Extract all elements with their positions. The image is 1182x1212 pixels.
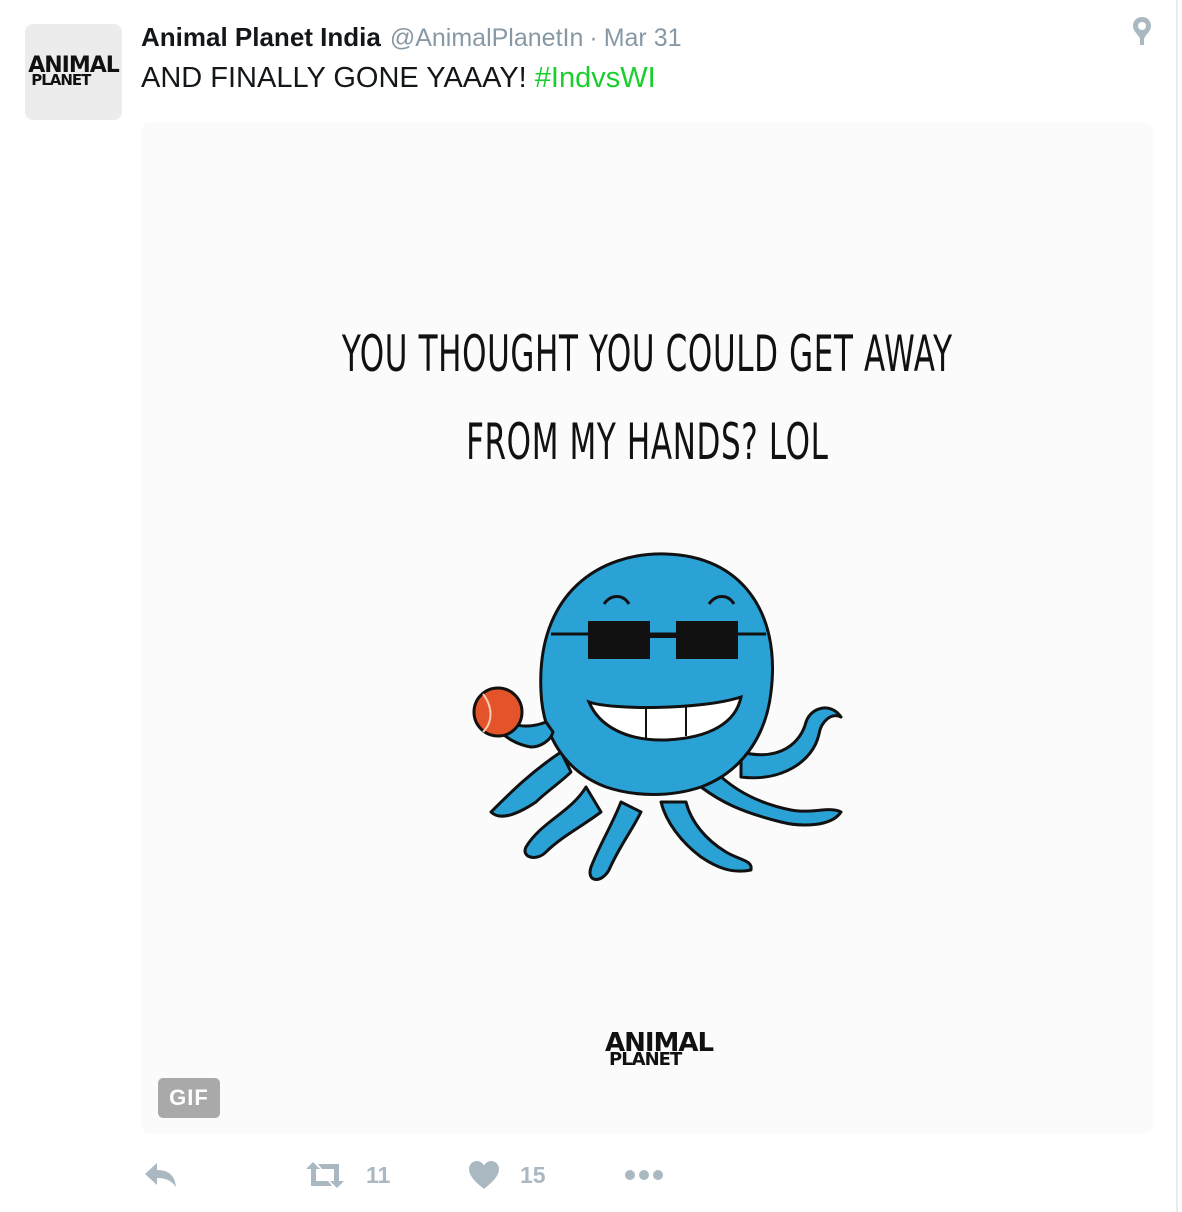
retweet-button[interactable]: 11 [304, 1150, 390, 1200]
retweet-count: 11 [366, 1161, 391, 1188]
heart-icon [469, 1161, 499, 1189]
tweet-date[interactable]: Mar 31 [604, 24, 682, 53]
gif-media[interactable]: YOU THOUGHT YOU COULD GET AWAY FROM MY H… [141, 122, 1154, 1134]
octopus-illustration [472, 552, 843, 881]
more-button[interactable] [624, 1150, 664, 1200]
more-icon [625, 1170, 663, 1180]
retweet-icon [306, 1162, 344, 1188]
like-count: 15 [520, 1161, 546, 1188]
author-handle[interactable]: @AnimalPlanetIn [390, 24, 584, 53]
media-logo: ANIMAL PLANET [605, 1030, 714, 1069]
tweet-header: Animal Planet India @AnimalPlanetIn · Ma… [141, 22, 682, 56]
animal-planet-logo: ANIMAL PLANET [28, 55, 120, 87]
hashtag-link[interactable]: #IndvsWI [535, 62, 656, 94]
avatar[interactable]: ANIMAL PLANET [25, 24, 122, 120]
gif-badge: GIF [158, 1078, 220, 1118]
caption-line-1: YOU THOUGHT YOU COULD GET AWAY [341, 325, 953, 383]
media-caption: YOU THOUGHT YOU COULD GET AWAY FROM MY H… [333, 310, 961, 486]
separator-dot: · [589, 24, 598, 52]
tweet-actions: 11 15 [0, 1150, 1182, 1200]
caption-line-2: FROM MY HANDS? LOL [466, 413, 829, 471]
timeline-border [1176, 0, 1178, 1212]
animal-planet-logo: ANIMAL PLANET [605, 1030, 714, 1069]
author-name[interactable]: Animal Planet India [141, 22, 381, 53]
tweet-text: AND FINALLY GONE YAAAY! #IndvsWI [141, 62, 656, 95]
reply-icon [145, 1163, 176, 1187]
like-button[interactable]: 15 [468, 1150, 546, 1200]
tweet-body: AND FINALLY GONE YAAAY! [141, 62, 527, 94]
reply-button[interactable] [143, 1150, 179, 1200]
pin-icon[interactable] [1131, 16, 1153, 46]
